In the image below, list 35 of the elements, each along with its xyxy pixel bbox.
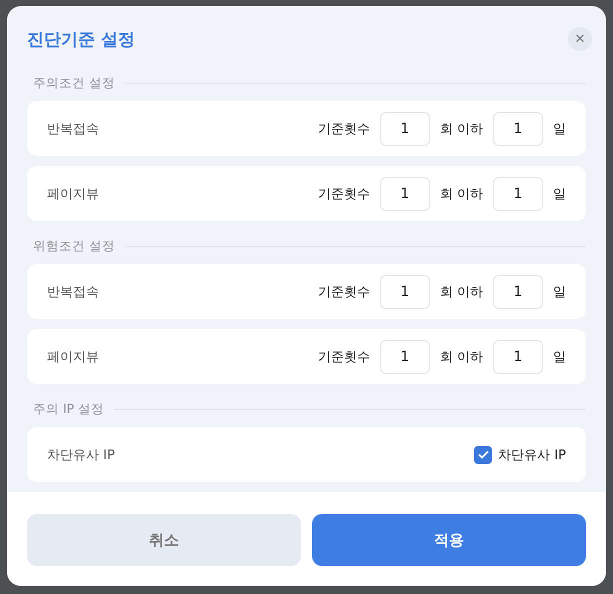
- section-heading: 주의조건 설정: [33, 74, 115, 92]
- days-input[interactable]: 1: [493, 340, 543, 374]
- times-label: 회 이하: [440, 284, 483, 300]
- times-label: 회 이하: [440, 348, 483, 366]
- times-label: 회 이하: [440, 186, 483, 202]
- count-input[interactable]: 1: [380, 112, 430, 146]
- apply-button[interactable]: 적용: [312, 514, 586, 566]
- count-input[interactable]: 1: [380, 176, 430, 210]
- days-label: 일: [553, 186, 566, 202]
- times-label: 회 이하: [440, 120, 483, 138]
- count-label: 기준횟수: [318, 284, 370, 300]
- section-heading: 주의 IP 설정: [33, 400, 104, 418]
- dialog-title: 진단기준 설정: [27, 28, 135, 50]
- count-label: 기준횟수: [318, 120, 370, 138]
- checkbox[interactable]: [474, 446, 492, 464]
- row-label: 페이지뷰: [47, 348, 100, 366]
- checkmark-icon: [478, 450, 489, 459]
- days-input[interactable]: 1: [493, 274, 543, 308]
- count-input[interactable]: 1: [380, 340, 430, 374]
- row-label: 반복접속: [47, 120, 100, 138]
- count-label: 기준횟수: [318, 186, 370, 202]
- checkbox-label[interactable]: 차단유사 IP: [498, 446, 566, 464]
- days-input[interactable]: 1: [493, 176, 543, 210]
- close-button[interactable]: ×: [568, 27, 592, 51]
- row-label: 차단유사 IP: [47, 446, 116, 464]
- days-label: 일: [553, 348, 566, 366]
- cancel-button[interactable]: 취소: [27, 514, 301, 566]
- section-heading: 위험조건 설정: [33, 238, 115, 254]
- count-input[interactable]: 1: [380, 274, 430, 308]
- days-label: 일: [553, 120, 566, 138]
- count-label: 기준횟수: [318, 348, 370, 366]
- days-label: 일: [553, 284, 566, 300]
- row-label: 페이지뷰: [47, 186, 100, 202]
- days-input[interactable]: 1: [493, 112, 543, 146]
- row-label: 반복접속: [47, 284, 100, 300]
